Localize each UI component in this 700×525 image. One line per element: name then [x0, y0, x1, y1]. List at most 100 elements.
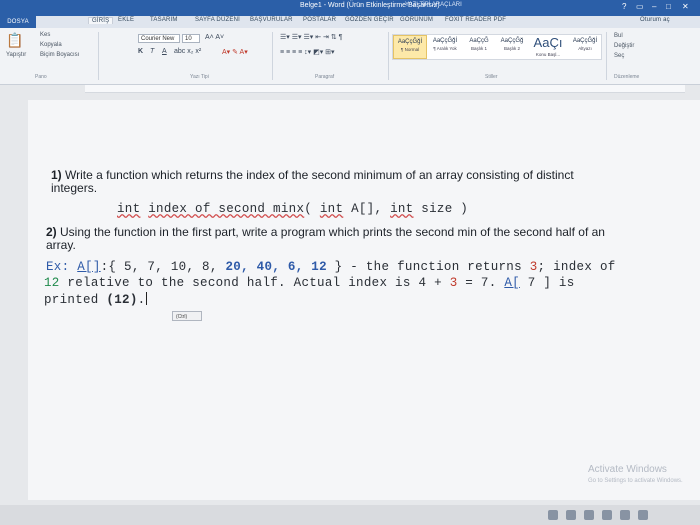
tab-foxit-pdf[interactable]: FOXIT READER PDF [445, 17, 506, 23]
ex-is: 7 ] is [519, 276, 575, 290]
question-1-line: 1) Write a function which returns the in… [51, 168, 574, 182]
text-cursor [146, 292, 148, 305]
bullets-icon[interactable]: ☰▾ ☰▾ ☰▾ ⇤ ⇥ ⇅ ¶ [280, 33, 342, 41]
styles-gallery: AaÇçĞğİ ¶ Normal AaÇçĞğİ ¶ Aralık Yok Aa… [392, 34, 602, 60]
sig-type: int [117, 202, 141, 216]
sign-in-link[interactable]: Oturum aç [640, 17, 670, 23]
example-line-2: 12 relative to the second half. Actual i… [44, 276, 575, 290]
ex-array: A[] [77, 260, 101, 274]
sig-size-type: int [390, 202, 414, 216]
taskbar-app-icon[interactable] [602, 510, 612, 520]
style-subtitle[interactable]: AaÇçĞğİ Altyazı [568, 35, 602, 59]
tab-view[interactable]: GÖRÜNÜM [400, 17, 433, 23]
align-icons[interactable]: ≡ ≡ ≡ ≡ ↕▾ ◩▾ ⊞▾ [280, 48, 335, 56]
taskbar-app-icon[interactable] [620, 510, 630, 520]
tab-page-layout[interactable]: SAYFA DÜZENİ [195, 17, 240, 23]
font-color-icon[interactable]: A▾ ✎ A▾ [222, 48, 248, 56]
example-line-1: Ex: A[]:{ 5, 7, 10, 8, 20, 40, 6, 12 } -… [46, 260, 616, 274]
format-painter-button[interactable]: Biçim Boyacısı [40, 52, 79, 58]
ribbon: 📋 Yapıştır Kes Kopyala Biçim Boyacısı Pa… [0, 28, 700, 85]
grow-font-icon[interactable]: A˄ A˅ [205, 34, 224, 41]
ex-values: :{ 5, 7, 10, 8, [100, 260, 226, 274]
underline-button[interactable]: A [162, 48, 167, 55]
taskbar-app-icon[interactable] [548, 510, 558, 520]
sig-close: size ) [413, 202, 469, 216]
replace-button[interactable]: Değiştir [614, 43, 634, 49]
tab-insert[interactable]: EKLE [118, 17, 134, 23]
font-name-select[interactable]: Courier New [138, 34, 180, 43]
taskbar-app-icon[interactable] [584, 510, 594, 520]
ex-second-half: 20, 40, 6, 12 [225, 260, 327, 274]
ex-twelve: 12 [44, 276, 60, 290]
cut-button[interactable]: Kes [40, 32, 50, 38]
sig-param-type: int [319, 202, 344, 216]
question-1-number: 1) [51, 168, 62, 182]
tab-review[interactable]: GÖZDEN GEÇİR [345, 17, 394, 23]
contextual-tab-title: YAZI TİPİ ARAÇLARI [405, 2, 462, 8]
sig-paren: ( [304, 202, 320, 216]
paste-options-button[interactable]: (Ctrl) [172, 311, 202, 321]
style-name: Başlık 2 [503, 46, 520, 51]
title-bar: Belge1 - Word (Ürün Etkinleştirme Başarı… [0, 0, 700, 16]
taskbar-app-icon[interactable] [566, 510, 576, 520]
style-sample: AaÇı [533, 35, 563, 50]
activate-windows-subtitle: Go to Settings to activate Windows. [588, 478, 683, 484]
paste-icon[interactable]: 📋 [6, 32, 23, 49]
tab-mailings[interactable]: POSTALAR [303, 17, 336, 23]
taskbar-app-icon[interactable] [638, 510, 648, 520]
help-icon[interactable]: ? [622, 2, 626, 11]
style-sample: AaÇçĞğİ [432, 38, 458, 44]
style-name: ¶ Normal [400, 47, 420, 52]
ex-printed: printed [44, 293, 107, 307]
editing-group-label: Düzenleme [614, 74, 640, 80]
font-group-label: Yazı Tipi [190, 74, 209, 80]
style-heading-2[interactable]: AaÇçĞğ Başlık 2 [496, 35, 528, 59]
ribbon-separator [98, 32, 99, 80]
ex-relative: relative to the second half. Actual inde… [59, 276, 419, 290]
horizontal-ruler[interactable] [85, 85, 685, 93]
ex-equals: = 7. [457, 276, 505, 290]
font-size-select[interactable]: 10 [182, 34, 200, 43]
activate-windows-title: Activate Windows [588, 464, 667, 475]
ex-array-index: A[ [504, 276, 520, 290]
function-signature: int index of second minx( int A[], int s… [117, 202, 468, 216]
tab-design[interactable]: TASARIM [150, 17, 178, 23]
ribbon-options-icon[interactable]: ▭ [636, 2, 644, 11]
example-line-3: printed (12). [44, 292, 148, 307]
question-2-continuation: array. [46, 238, 76, 252]
strikethrough-icon[interactable]: abc x₂ x² [174, 48, 201, 55]
copy-button[interactable]: Kopyala [40, 42, 62, 48]
style-normal[interactable]: AaÇçĞğİ ¶ Normal [393, 35, 427, 59]
style-no-spacing[interactable]: AaÇçĞğİ ¶ Aralık Yok [428, 35, 462, 59]
ex-label: Ex: [46, 260, 78, 274]
select-button[interactable]: Seç [614, 53, 624, 59]
maximize-button[interactable]: □ [666, 2, 671, 11]
ex-index-of: ; index of [537, 260, 616, 274]
tab-home[interactable]: GİRİŞ [88, 17, 114, 24]
style-name: Başlık 1 [470, 46, 487, 51]
sig-name: index of second minx [148, 202, 305, 216]
style-heading-1[interactable]: AaÇçĞ Başlık 1 [463, 35, 495, 59]
minimize-button[interactable]: – [652, 2, 656, 11]
paragraph-group-label: Paragraf [315, 74, 335, 80]
tab-references[interactable]: BAŞVURULAR [250, 17, 293, 23]
styles-group-label: Stiller [485, 74, 498, 80]
close-button[interactable]: ✕ [682, 2, 689, 11]
tab-file[interactable]: DOSYA [0, 16, 36, 28]
italic-button[interactable]: T [150, 48, 154, 55]
ex-plus: + [426, 276, 450, 290]
find-button[interactable]: Bul [614, 33, 623, 39]
style-title[interactable]: AaÇı Konu Başl... [529, 35, 567, 59]
style-name: ¶ Aralık Yok [433, 46, 457, 51]
bold-button[interactable]: K [138, 48, 143, 55]
question-2-line: 2) Using the function in the first part,… [46, 225, 605, 239]
question-1-continuation: integers. [51, 181, 98, 195]
question-1-text: Write a function which returns the index… [61, 168, 574, 182]
style-sample: AaÇçĞğ [500, 38, 524, 44]
style-name: Altyazı [578, 46, 592, 51]
question-2-number: 2) [46, 225, 57, 239]
ex-period: . [137, 293, 146, 307]
style-name: Konu Başl... [535, 52, 561, 57]
taskbar [0, 505, 700, 525]
paste-button[interactable]: Yapıştır [6, 52, 26, 58]
